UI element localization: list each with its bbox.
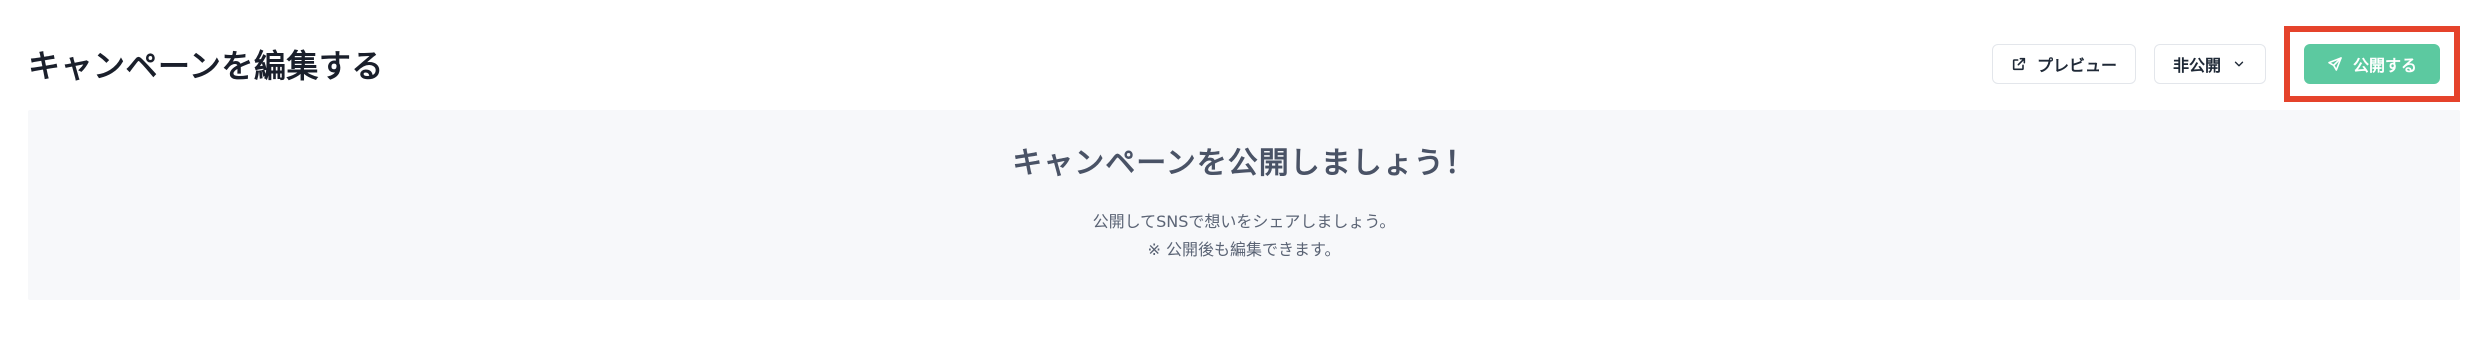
panel-heading: キャンペーンを公開しましょう！	[1012, 146, 1476, 181]
panel-description-line-2: ※ 公開後も編集できます。	[1147, 240, 1341, 259]
publish-button[interactable]: 公開する	[2303, 44, 2440, 84]
publish-button-label: 公開する	[2352, 56, 2417, 75]
preview-button[interactable]: プレビュー	[1991, 44, 2136, 84]
publish-prompt-panel: キャンペーンを公開しましょう！ 公開してSNSで想いをシェアしましょう。 ※ 公…	[28, 110, 2460, 300]
panel-description-line-1: 公開してSNSで想いをシェアしましょう。	[1092, 212, 1396, 231]
page-header: キャンペーンを編集する プレビュー 非公開 公開する	[28, 26, 2460, 102]
chevron-down-icon	[2231, 56, 2247, 72]
visibility-select-label: 非公開	[2172, 56, 2221, 75]
header-actions: プレビュー 非公開 公開する	[1991, 26, 2460, 102]
preview-button-label: プレビュー	[2036, 56, 2117, 75]
publish-button-highlight: 公開する	[2283, 26, 2460, 102]
visibility-select[interactable]: 非公開	[2153, 44, 2266, 84]
page-title: キャンペーンを編集する	[28, 47, 384, 85]
external-link-icon	[2011, 56, 2027, 72]
page: キャンペーンを編集する プレビュー 非公開 公開する キャンペーンを公開しましょ…	[0, 0, 2488, 350]
send-icon	[2327, 56, 2343, 72]
panel-description: 公開してSNSで想いをシェアしましょう。 ※ 公開後も編集できます。	[28, 208, 2460, 264]
